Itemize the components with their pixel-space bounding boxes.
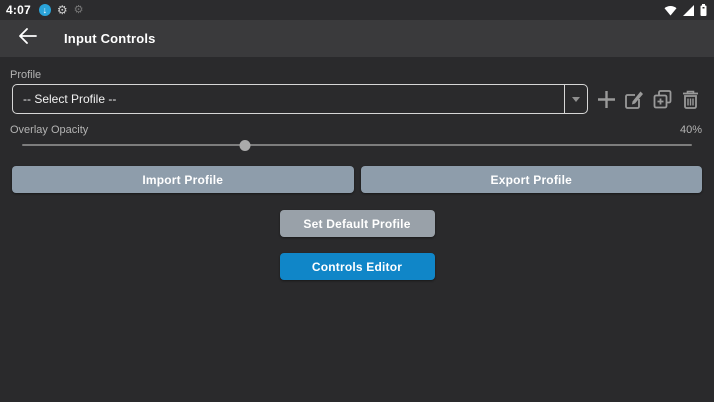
- plus-icon: [597, 90, 616, 109]
- profile-row: -- Select Profile --: [12, 84, 702, 114]
- gear-icon: ⚙: [57, 4, 68, 17]
- profile-actions: [595, 88, 702, 111]
- app-bar: Input Controls: [0, 20, 714, 57]
- delete-profile-button[interactable]: [679, 88, 702, 111]
- status-time: 4:07: [6, 3, 31, 17]
- edit-profile-button[interactable]: [623, 88, 646, 111]
- content: Profile -- Select Profile --: [0, 57, 714, 280]
- overlay-opacity-label: Overlay Opacity: [10, 124, 88, 136]
- overlay-opacity-value: 40%: [680, 124, 702, 136]
- controls-editor-button[interactable]: Controls Editor: [280, 253, 435, 280]
- app-notification-icon: ⚙: [74, 4, 84, 17]
- slider-track[interactable]: [22, 144, 692, 146]
- copy-plus-icon: [653, 90, 672, 109]
- slider-thumb[interactable]: [240, 140, 251, 151]
- wifi-icon: [664, 4, 677, 17]
- cellular-signal-icon: [683, 4, 694, 17]
- download-icon: ↓: [39, 4, 51, 17]
- status-bar: 4:07 ↓ ⚙ ⚙: [0, 0, 714, 20]
- duplicate-profile-button[interactable]: [651, 88, 674, 111]
- trash-icon: [682, 90, 699, 109]
- chevron-down-icon: [572, 97, 580, 102]
- add-profile-button[interactable]: [595, 88, 618, 111]
- battery-icon: [700, 4, 707, 17]
- controls-editor-row: Controls Editor: [12, 253, 702, 280]
- profile-label: Profile: [10, 69, 702, 81]
- arrow-left-icon: [19, 28, 37, 49]
- set-default-row: Set Default Profile: [12, 210, 702, 237]
- back-button[interactable]: [16, 27, 40, 51]
- dropdown-arrow-button[interactable]: [564, 85, 587, 113]
- page-title: Input Controls: [64, 31, 156, 46]
- opacity-row: Overlay Opacity 40%: [10, 124, 702, 136]
- overlay-opacity-slider[interactable]: [22, 138, 692, 152]
- set-default-profile-button[interactable]: Set Default Profile: [280, 210, 435, 237]
- import-profile-button[interactable]: Import Profile: [12, 166, 354, 193]
- profile-select[interactable]: -- Select Profile --: [12, 84, 588, 114]
- export-profile-button[interactable]: Export Profile: [361, 166, 703, 193]
- edit-pencil-icon: [625, 90, 644, 109]
- import-export-row: Import Profile Export Profile: [12, 166, 702, 193]
- profile-select-value: -- Select Profile --: [13, 85, 564, 113]
- screen: 4:07 ↓ ⚙ ⚙ Input Controls Profile -- Sel…: [0, 0, 714, 402]
